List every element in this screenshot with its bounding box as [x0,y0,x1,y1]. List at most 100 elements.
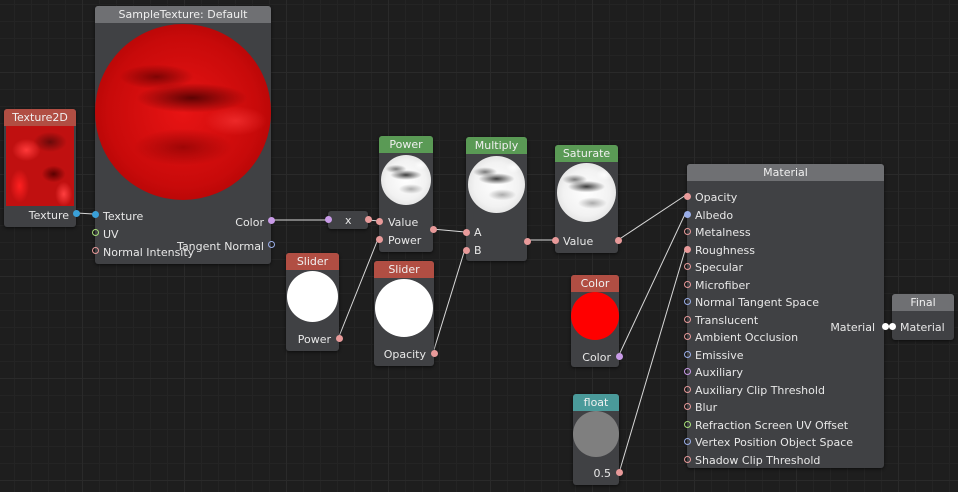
saturate-node[interactable]: Saturate Value [552,145,622,253]
output-pin-saturate[interactable] [615,237,622,244]
input-label-b: B [474,244,482,257]
output-pin-tangent-normal[interactable] [268,241,275,248]
output-pin-color[interactable] [268,217,275,224]
node-title: SampleTexture: Default [95,6,271,23]
output-pin-texture[interactable] [73,210,80,217]
output-label-material: Material [830,321,875,334]
output-label-tangent-normal: Tangent Normal [177,240,264,253]
input-label-roughness: Roughness [695,243,756,257]
output-pin-color[interactable] [616,353,623,360]
input-pin-uv[interactable] [92,229,99,236]
slider-value-preview [287,271,338,322]
power-node[interactable]: Power Value Power [376,136,437,252]
node-title: Slider [374,261,434,278]
color-node[interactable]: Color Color [571,275,623,367]
input-pin-normal-tangent-space[interactable] [684,298,691,305]
slider-power-node[interactable]: Slider Power [286,253,343,351]
input-pin-shadow-clip-threshold[interactable] [684,455,691,463]
input-pin-auxiliary[interactable] [684,368,691,375]
sphere-preview [381,155,431,205]
input-pin-metalness[interactable] [684,228,691,235]
output-pin-float[interactable] [616,469,623,476]
input-label-value: Value [563,235,594,248]
wire-slider-power [337,238,379,340]
wire-color-albedo [618,211,687,356]
output-label-float: 0.5 [593,467,612,480]
node-title: Multiply [466,137,527,154]
input-pin-b[interactable] [463,247,470,254]
input-pin-specular[interactable] [684,263,691,270]
node-title: Final [892,294,954,311]
input-pin-blur[interactable] [684,403,691,410]
input-label-shadow-clip-threshold: Shadow Clip Threshold [695,453,821,467]
output-pin-material[interactable] [882,323,889,330]
input-label-normal-tangent-space: Normal Tangent Space [695,296,819,309]
input-pin-opacity[interactable] [684,193,691,200]
input-label-emissive: Emissive [695,348,744,362]
output-label-opacity: Opacity [383,348,426,361]
material-node[interactable]: Material Material Opacity Albedo Metalness… [684,164,889,468]
node-title: Power [379,136,433,153]
node-title: Color [571,275,619,292]
input-pin-material[interactable] [889,323,896,330]
input-pin-translucent[interactable] [684,315,691,323]
input-label-auxiliary: Auxiliary [695,366,743,379]
multiply-node[interactable]: Multiply A B [463,137,531,261]
float-value-preview [573,411,619,457]
output-label-texture: Texture [28,209,69,222]
input-label-microfiber: Microfiber [695,278,750,292]
input-pin-x[interactable] [325,216,332,223]
input-pin-roughness[interactable] [684,245,691,253]
sample-texture-node[interactable]: SampleTexture: Default Texture UV Normal… [92,6,275,264]
input-pin-texture[interactable] [92,211,99,218]
swizzle-label: x [345,214,352,227]
texture2d-node[interactable]: Texture2D Texture [4,109,80,227]
input-label-metalness: Metalness [695,226,751,239]
input-pin-refraction-screen-uv-offset[interactable] [684,420,691,428]
slider-value-preview [375,279,433,337]
float-node[interactable]: float 0.5 [573,394,623,485]
output-pin-opacity[interactable] [431,350,438,357]
input-label-refraction-screen-uv-offset: Refraction Screen UV Offset [695,418,849,432]
sphere-preview [557,163,616,222]
input-label-texture: Texture [103,210,144,223]
node-title: Texture2D [4,109,76,126]
output-pin-power[interactable] [430,226,437,233]
input-pin-emissive[interactable] [684,350,691,358]
input-pin-a[interactable] [463,229,470,236]
texture-preview [6,126,74,206]
final-node[interactable]: Final Material [889,294,954,340]
input-pin-albedo[interactable] [684,210,691,218]
input-label-a: A [474,226,482,239]
input-label-vertex-position-object-space: Vertex Position Object Space [695,436,854,449]
input-pin-auxiliary-clip-threshold[interactable] [684,385,691,393]
swizzle-x-node[interactable]: x [325,211,372,229]
sphere-preview [95,24,271,200]
output-pin-multiply[interactable] [524,238,531,245]
node-title: float [573,394,619,411]
output-pin-x[interactable] [365,216,372,223]
input-pin-normal-intensity[interactable] [92,247,99,254]
node-title: Slider [286,253,339,270]
input-label-ambient-occlusion: Ambient Occlusion [695,331,799,344]
input-label-specular: Specular [695,261,744,274]
node-title: Material [687,164,884,181]
input-label-power: Power [388,234,422,247]
output-label-color: Color [235,216,264,229]
input-label-uv: UV [103,228,119,241]
input-pin-power[interactable] [376,236,383,243]
input-pin-vertex-position-object-space[interactable] [684,438,691,445]
output-pin-power[interactable] [336,335,343,342]
input-label-auxiliary-clip-threshold: Auxiliary Clip Threshold [695,383,825,397]
input-pin-microfiber[interactable] [684,280,691,288]
output-label-power: Power [297,333,331,346]
color-swatch [571,292,619,340]
input-pin-value[interactable] [376,218,383,225]
input-pin-value[interactable] [552,237,559,244]
input-label-value: Value [388,216,419,229]
node-title: Saturate [555,145,618,162]
slider-opacity-node[interactable]: Slider Opacity [374,261,438,366]
input-label-blur: Blur [695,401,718,414]
input-pin-ambient-occlusion[interactable] [684,333,691,340]
wire-saturate-opacity [617,194,687,241]
